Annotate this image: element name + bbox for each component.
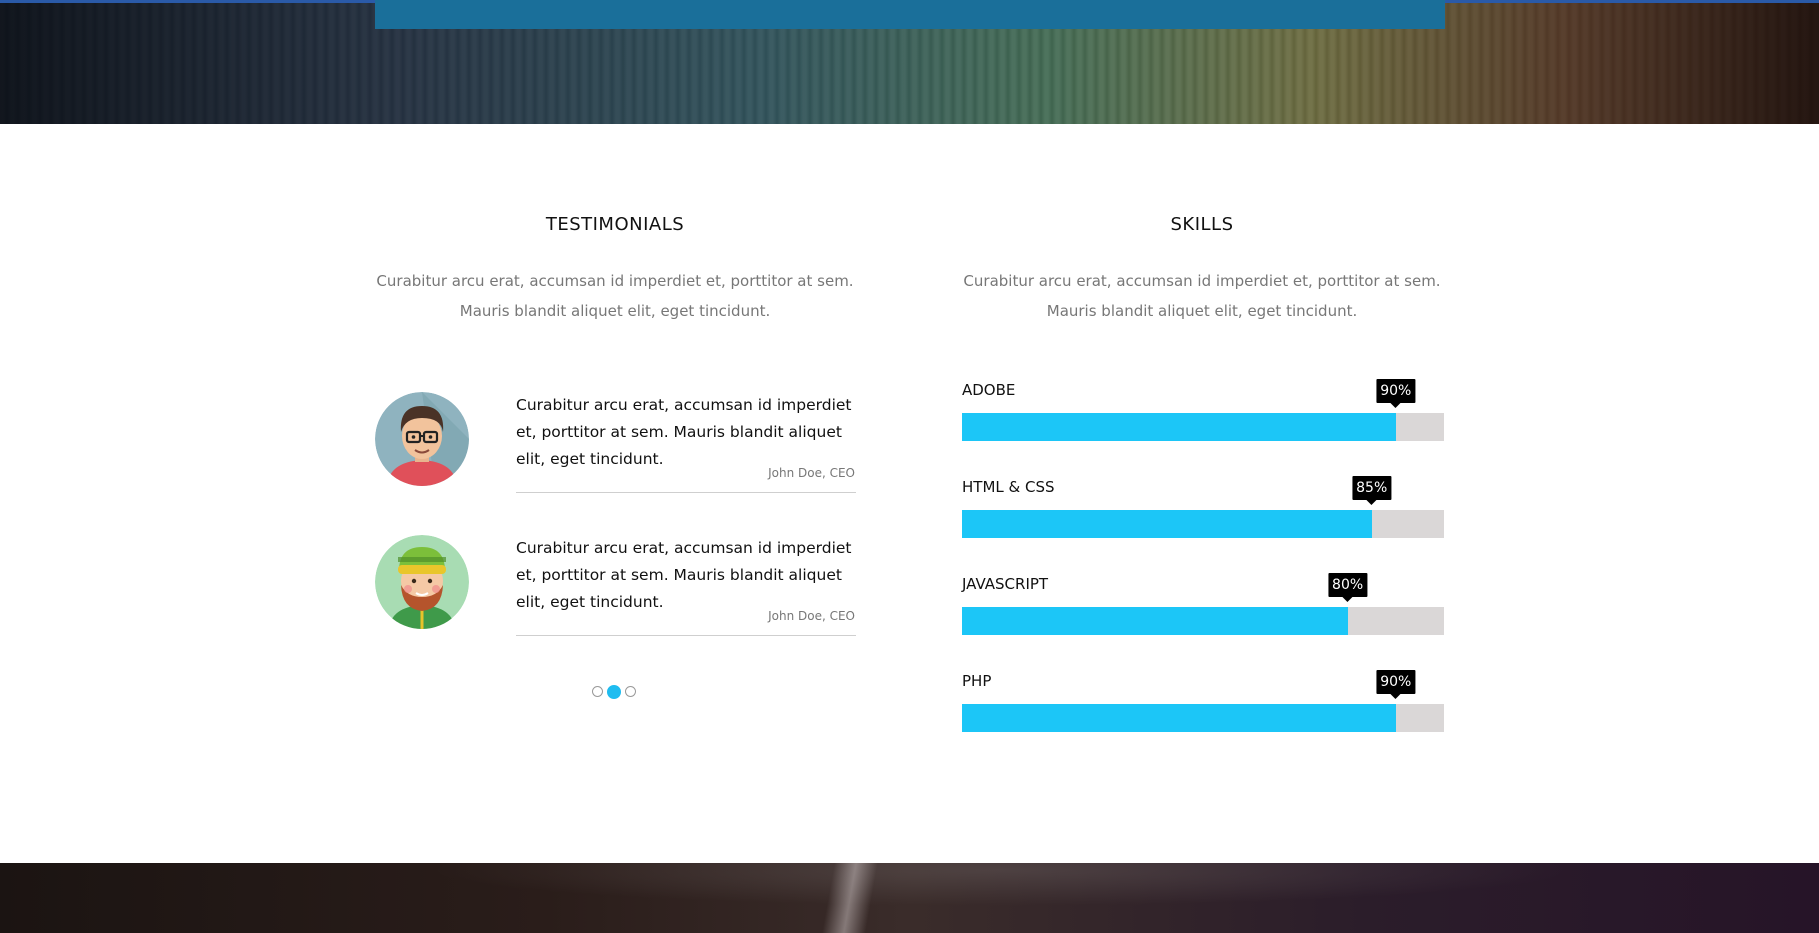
testimonial-author: John Doe, CEO xyxy=(768,466,855,480)
skills-title: SKILLS xyxy=(1170,214,1234,235)
footer-banner-image xyxy=(0,863,1819,933)
skill-progress-fill xyxy=(962,607,1348,635)
banner-content-bar xyxy=(375,0,1445,29)
header-banner-image xyxy=(0,0,1819,124)
testimonial-item: Curabitur arcu erat, accumsan id imperdi… xyxy=(375,535,856,645)
skill-percent-tooltip: 80% xyxy=(1328,573,1368,602)
skill-progress-fill xyxy=(962,413,1396,441)
skill-progress-track xyxy=(962,510,1444,538)
skill-javascript: JAVASCRIPT 80% xyxy=(962,573,1444,645)
skill-percent-tooltip: 85% xyxy=(1352,476,1392,505)
skill-progress-track xyxy=(962,413,1444,441)
pagination-dot-2[interactable] xyxy=(607,685,621,699)
skill-php: PHP 90% xyxy=(962,670,1444,742)
skill-progress-track xyxy=(962,704,1444,732)
testimonial-divider xyxy=(516,635,856,636)
skills-description-line: Curabitur arcu erat, accumsan id imperdi… xyxy=(963,272,1441,290)
bearded-man-with-beanie-avatar-icon xyxy=(375,535,469,629)
skill-progress-fill xyxy=(962,510,1372,538)
testimonial-divider xyxy=(516,492,856,493)
skill-label: HTML & CSS xyxy=(962,478,1055,496)
skill-progress-track xyxy=(962,607,1444,635)
skills-description: Curabitur arcu erat, accumsan id imperdi… xyxy=(962,266,1442,326)
testimonial-quote: Curabitur arcu erat, accumsan id imperdi… xyxy=(516,396,852,468)
testimonials-description-line: Mauris blandit aliquet elit, eget tincid… xyxy=(459,302,771,320)
testimonial-item: Curabitur arcu erat, accumsan id imperdi… xyxy=(375,392,856,502)
skill-label: JAVASCRIPT xyxy=(962,575,1049,593)
skill-label: PHP xyxy=(962,672,992,690)
skills-description-line: Mauris blandit aliquet elit, eget tincid… xyxy=(1046,302,1358,320)
skill-label: ADOBE xyxy=(962,381,1016,399)
pagination-dot-3[interactable] xyxy=(625,686,636,697)
skill-percent-tooltip: 90% xyxy=(1376,379,1416,408)
testimonials-title: TESTIMONIALS xyxy=(545,214,685,235)
skill-html-css: HTML & CSS 85% xyxy=(962,476,1444,548)
pagination-dot-1[interactable] xyxy=(592,686,603,697)
man-with-glasses-avatar-icon xyxy=(375,392,469,486)
skill-adobe: ADOBE 90% xyxy=(962,379,1444,451)
skill-progress-fill xyxy=(962,704,1396,732)
testimonials-description-line: Curabitur arcu erat, accumsan id imperdi… xyxy=(376,272,854,290)
skill-percent-tooltip: 90% xyxy=(1376,670,1416,699)
testimonial-author: John Doe, CEO xyxy=(768,609,855,623)
testimonials-description: Curabitur arcu erat, accumsan id imperdi… xyxy=(375,266,855,326)
testimonial-quote: Curabitur arcu erat, accumsan id imperdi… xyxy=(516,539,852,611)
